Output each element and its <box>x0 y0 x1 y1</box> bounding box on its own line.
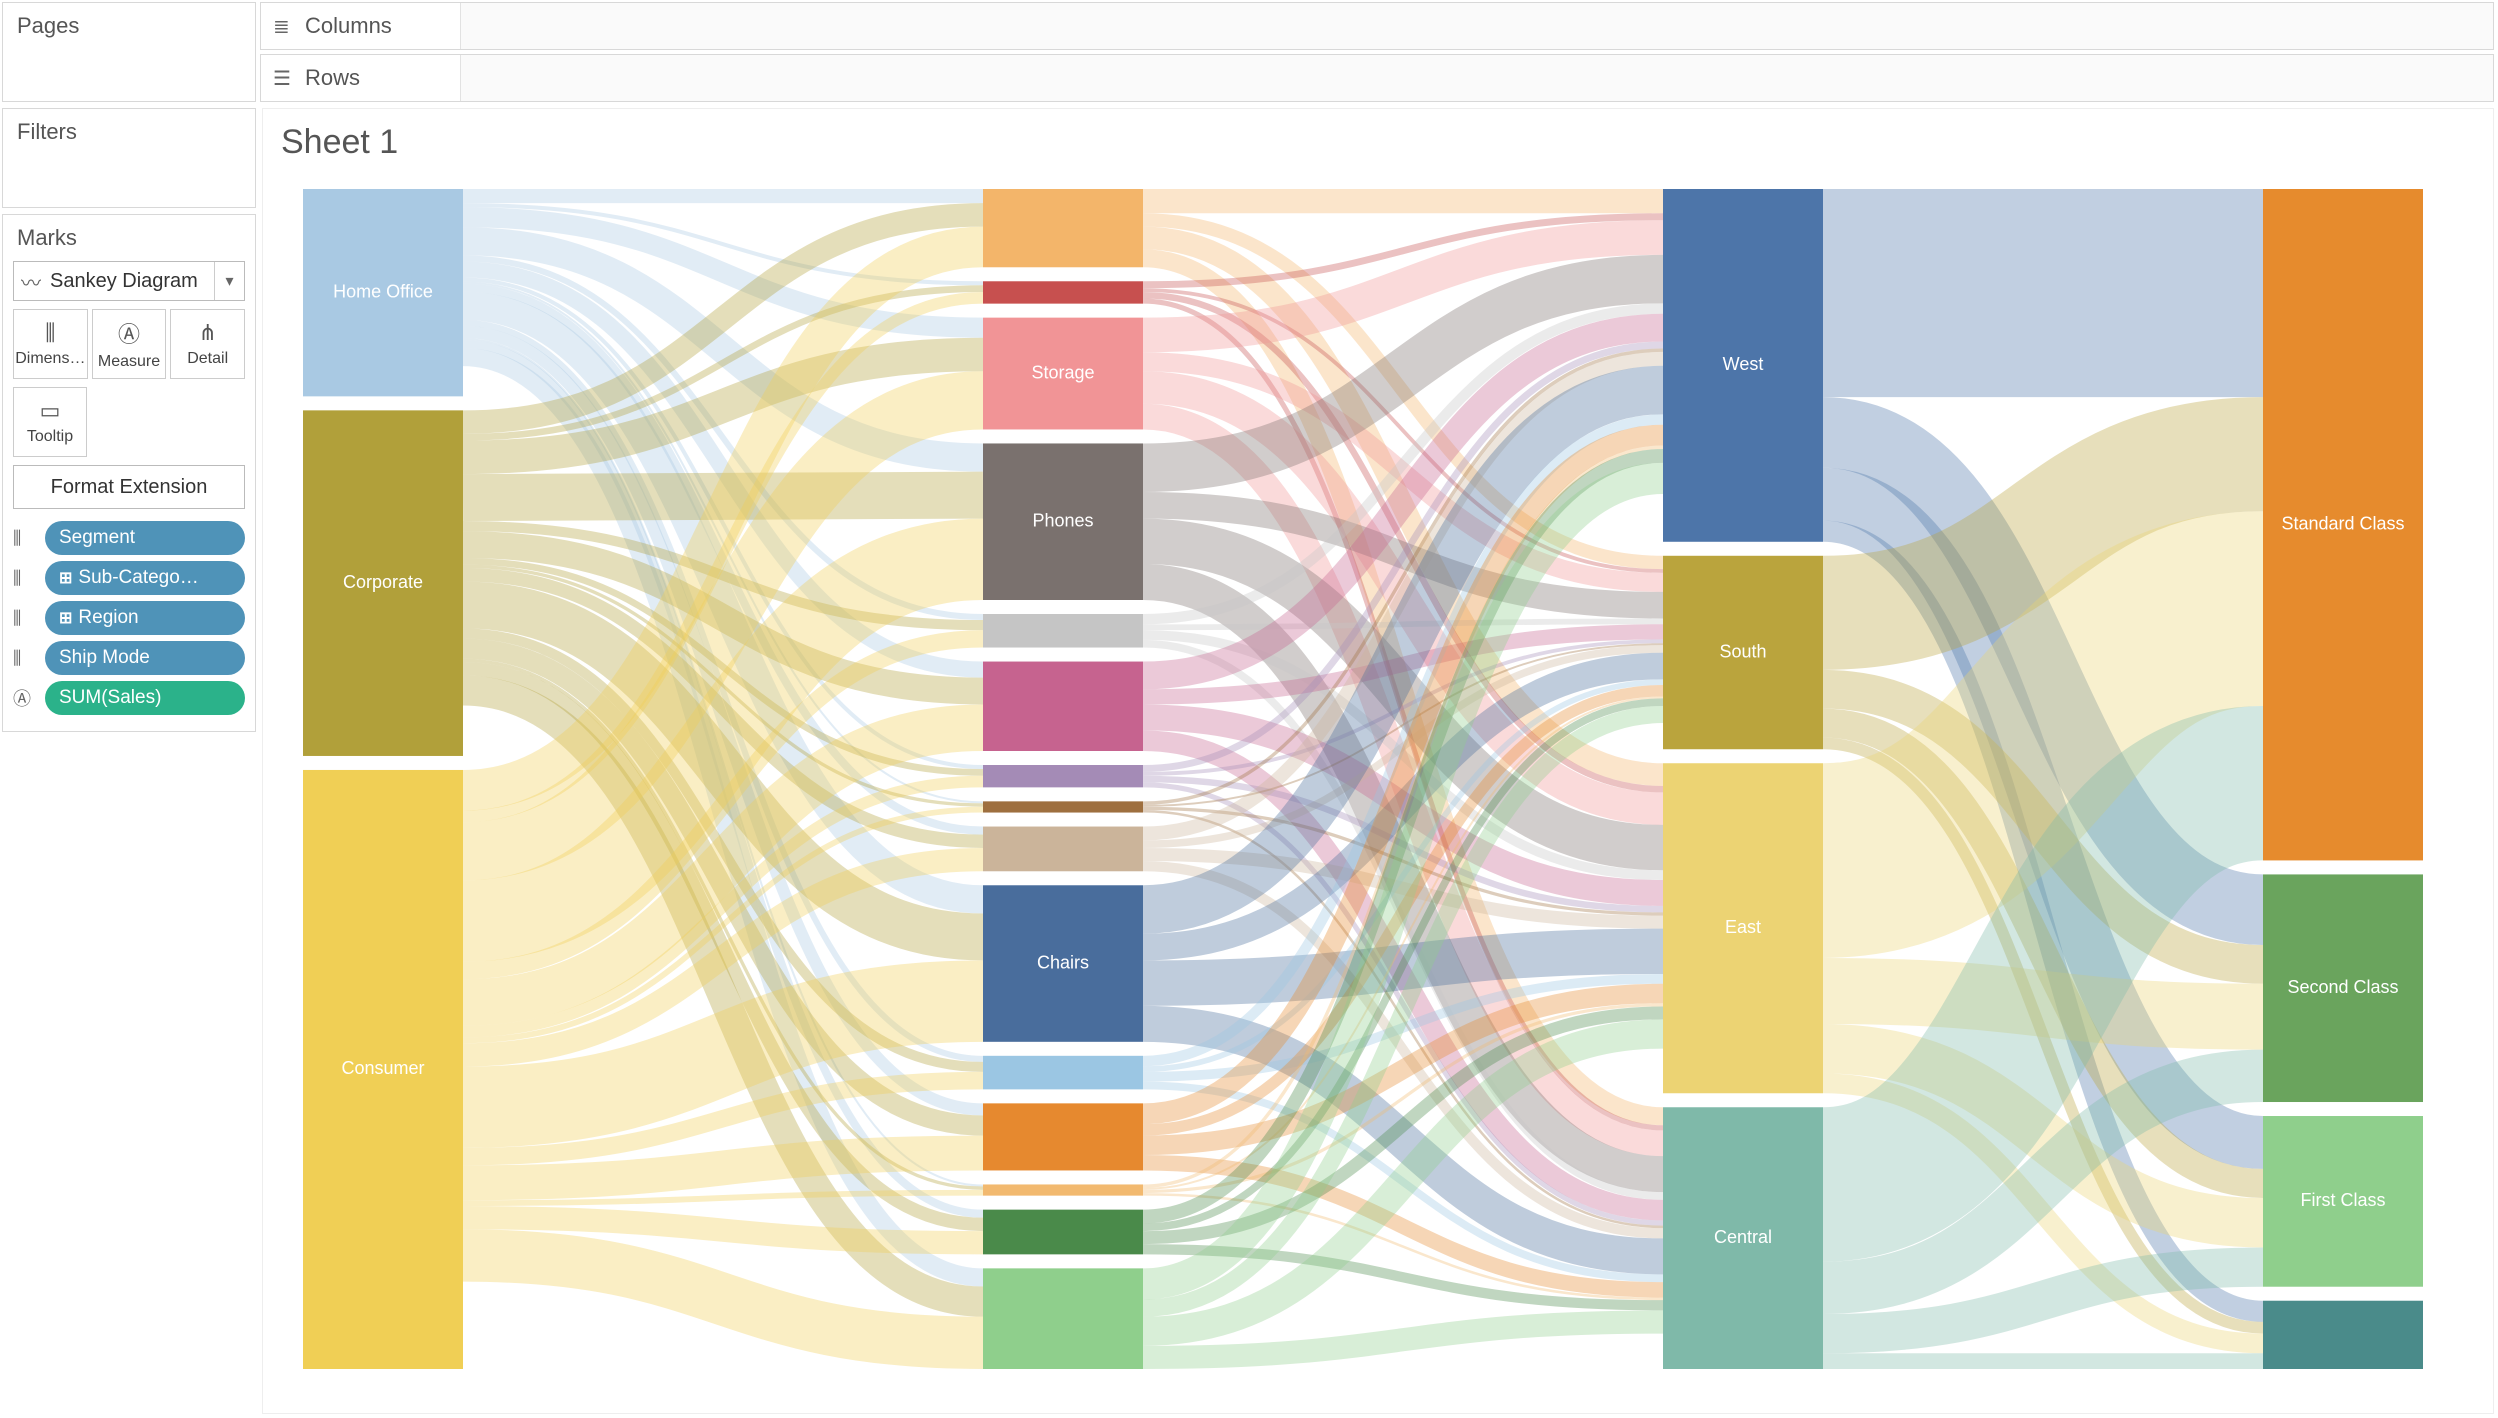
pill-shelf-icon: ⫼ <box>13 608 39 629</box>
sankey-node-label: First Class <box>2301 1190 2386 1210</box>
mark-buttons-row-2: ▭ Tooltip <box>13 387 245 457</box>
mark-type-dropdown[interactable]: 〰 Sankey Diagram ▾ <box>13 261 245 301</box>
sankey-node-label: South <box>1719 641 1766 661</box>
sankey-node-env[interactable] <box>983 827 1143 872</box>
sankey-node-label: Corporate <box>343 572 423 592</box>
mark-cell-label: Detail <box>187 350 228 368</box>
sankey-node-fast[interactable] <box>983 1184 1143 1195</box>
viz-canvas[interactable]: Sheet 1 Home OfficeCorporateConsumerStor… <box>262 108 2494 1414</box>
sankey-icon: 〰 <box>14 267 48 296</box>
sankey-node-label: Phones <box>1032 510 1093 530</box>
mark-type-label: Sankey Diagram <box>48 270 214 293</box>
sankey-node-mach[interactable] <box>983 662 1143 751</box>
pill-sum-sales-[interactable]: SUM(Sales) <box>45 681 245 715</box>
pill-shelf-icon: ⫼ <box>13 528 39 549</box>
pill-shelf-icon: ⫼ <box>13 568 39 589</box>
columns-icon: ≣ <box>273 14 295 39</box>
pill-row-2: ⫼ ⊞Region <box>13 601 245 635</box>
sankey-node-book[interactable] <box>983 1056 1143 1090</box>
sankey-node-label: Standard Class <box>2281 513 2404 533</box>
sankey-node-fur[interactable] <box>983 801 1143 812</box>
main-column: ≣ Columns ☰ Rows Sheet 1 Home OfficeCorp… <box>258 0 2498 1418</box>
pill-row-1: ⫼ ⊞Sub-Catego… <box>13 561 245 595</box>
mark-cell-icon: ⋔ <box>198 320 216 346</box>
format-extension-button[interactable]: Format Extension <box>13 465 245 509</box>
pill-region[interactable]: ⊞Region <box>45 601 245 635</box>
sankey-node-label: West <box>1723 354 1764 374</box>
sankey-node-pap[interactable] <box>983 614 1143 648</box>
mark-buttons-row-1: ⫼ Dimens… Ⓐ Measure ⋔ Detail <box>13 309 245 379</box>
rows-label: Rows <box>305 65 360 91</box>
pill-row-4: ⒶSUM(Sales) <box>13 681 245 715</box>
sidebar: Pages Filters Marks 〰 Sankey Diagram ▾ ⫼… <box>0 0 258 1418</box>
mark-cell-0[interactable]: ⫼ Dimens… <box>13 309 88 379</box>
sankey-node-bind[interactable] <box>983 1210 1143 1255</box>
sankey-node-acc[interactable] <box>983 189 1143 267</box>
sankey-node-cop[interactable] <box>983 1103 1143 1170</box>
sankey-node-label: Chairs <box>1037 952 1089 972</box>
sankey-node-art[interactable] <box>983 1268 1143 1369</box>
sankey-node-app[interactable] <box>983 281 1143 303</box>
columns-shelf[interactable]: ≣ Columns <box>260 2 2494 50</box>
filters-title: Filters <box>3 109 255 155</box>
sankey-node-label: Home Office <box>333 281 433 301</box>
mark-cell-1[interactable]: Ⓐ Measure <box>92 309 167 379</box>
columns-dropzone[interactable] <box>461 3 2493 49</box>
mark-cell-icon: ⫼ <box>45 320 55 346</box>
sankey-node-same[interactable] <box>2263 1301 2423 1369</box>
rows-shelf[interactable]: ☰ Rows <box>260 54 2494 102</box>
pill-shelf-icon: ⫼ <box>13 648 39 669</box>
pill-row-3: ⫼ Ship Mode <box>13 641 245 675</box>
mark-cell-label: Dimens… <box>15 350 85 368</box>
pages-card[interactable]: Pages <box>2 2 256 102</box>
pill-segment[interactable]: Segment <box>45 521 245 555</box>
sankey-node-label: East <box>1725 917 1761 937</box>
marks-title: Marks <box>3 215 255 261</box>
rows-icon: ☰ <box>273 66 295 91</box>
tooltip-icon: ▭ <box>40 398 61 424</box>
sankey-node-label: Consumer <box>341 1058 424 1078</box>
mark-cell-2[interactable]: ⋔ Detail <box>170 309 245 379</box>
chevron-down-icon[interactable]: ▾ <box>214 262 244 300</box>
marks-card: Marks 〰 Sankey Diagram ▾ ⫼ Dimens… Ⓐ Measur… <box>2 214 256 732</box>
sankey-node-label: Second Class <box>2287 977 2398 997</box>
mark-cell-label: Measure <box>98 353 160 371</box>
sankey-diagram: Home Office Corporate Consumer Storage Phone… <box>263 109 2493 1409</box>
pill-shelf-icon: Ⓐ <box>13 685 39 711</box>
sankey-node-label: Central <box>1714 1227 1772 1247</box>
pill-ship-mode[interactable]: Ship Mode <box>45 641 245 675</box>
pill-sub-catego-[interactable]: ⊞Sub-Catego… <box>45 561 245 595</box>
pill-row-0: ⫼ Segment <box>13 521 245 555</box>
tooltip-button[interactable]: ▭ Tooltip <box>13 387 87 457</box>
pages-title: Pages <box>3 3 255 49</box>
rows-dropzone[interactable] <box>461 55 2493 101</box>
mark-cell-icon: Ⓐ <box>118 317 140 349</box>
format-extension-label: Format Extension <box>51 476 208 499</box>
columns-label: Columns <box>305 13 392 39</box>
mark-pills: ⫼Segment⫼⊞Sub-Catego…⫼⊞Region⫼Ship ModeⒶ… <box>3 521 255 715</box>
tooltip-label: Tooltip <box>27 428 73 446</box>
sankey-node-label: Storage <box>1031 362 1094 382</box>
filters-card[interactable]: Filters <box>2 108 256 208</box>
sankey-node-lab[interactable] <box>983 765 1143 787</box>
